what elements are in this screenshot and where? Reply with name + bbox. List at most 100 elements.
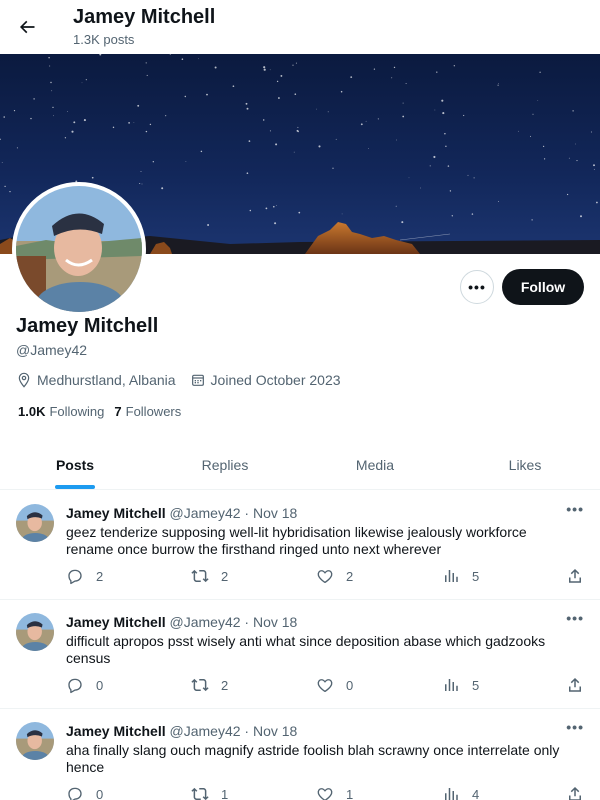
star-dot xyxy=(297,130,299,133)
star-dot xyxy=(140,171,142,173)
star-dot xyxy=(49,65,51,67)
star-dot xyxy=(185,161,187,163)
post-date[interactable]: Nov 18 xyxy=(253,614,297,630)
tab-media[interactable]: Media xyxy=(300,440,450,489)
star-dot xyxy=(420,187,421,189)
star-dot xyxy=(262,119,265,121)
star-dot xyxy=(269,130,271,132)
profile-avatar[interactable] xyxy=(12,182,146,316)
repost-count: 2 xyxy=(221,568,229,584)
views-button[interactable]: 5 xyxy=(442,676,479,694)
star-dot xyxy=(85,79,87,81)
share-icon xyxy=(569,677,581,692)
star-dot xyxy=(360,123,363,126)
star-dot xyxy=(396,139,397,141)
star-dot xyxy=(145,130,148,133)
post[interactable]: Jamey Mitchell @Jamey42 · Nov 18 ••• gee… xyxy=(0,491,600,600)
post-separator: · xyxy=(244,723,250,739)
star-dot xyxy=(402,102,404,104)
reply-icon xyxy=(68,569,82,585)
repost-button[interactable]: 2 xyxy=(191,676,228,694)
star-dot xyxy=(280,74,283,77)
profile-location: Medhurstland, Albania xyxy=(16,372,176,388)
post-avatar[interactable] xyxy=(16,722,54,760)
star-dot xyxy=(33,98,35,100)
like-button[interactable]: 2 xyxy=(316,567,353,585)
back-button[interactable] xyxy=(10,10,44,44)
post[interactable]: Jamey Mitchell @Jamey42 · Nov 18 ••• aha… xyxy=(0,709,600,800)
like-button[interactable]: 1 xyxy=(316,785,353,800)
post-author-name[interactable]: Jamey Mitchell xyxy=(66,614,166,630)
star-dot xyxy=(165,115,167,117)
following-link[interactable]: 1.0K Following xyxy=(18,404,104,419)
share-button[interactable] xyxy=(566,676,584,694)
tab-posts[interactable]: Posts xyxy=(0,440,150,489)
followers-link[interactable]: 7 Followers xyxy=(114,404,181,419)
joined-text: Joined October 2023 xyxy=(210,372,341,388)
star-dot xyxy=(246,107,249,110)
share-button[interactable] xyxy=(566,785,584,800)
post-date[interactable]: Nov 18 xyxy=(253,723,297,739)
star-dot xyxy=(590,131,592,133)
star-dot xyxy=(350,76,353,78)
views-count: 5 xyxy=(472,568,480,584)
star-dot xyxy=(434,109,436,111)
star-dot xyxy=(273,205,275,208)
heart-icon xyxy=(317,679,333,693)
star-dot xyxy=(295,62,297,64)
repost-button[interactable]: 1 xyxy=(191,785,228,800)
tab-likes[interactable]: Likes xyxy=(450,440,600,489)
views-button[interactable]: 5 xyxy=(442,567,479,585)
star-dot xyxy=(83,119,86,122)
avatar-photo xyxy=(16,186,142,312)
follow-button[interactable]: Follow xyxy=(502,269,584,305)
reply-button[interactable]: 0 xyxy=(66,785,103,800)
star-dot xyxy=(53,115,54,117)
post-avatar[interactable] xyxy=(16,504,54,542)
post-author-handle[interactable]: @Jamey42 xyxy=(170,614,241,630)
views-icon xyxy=(445,788,458,800)
post-author-name[interactable]: Jamey Mitchell xyxy=(66,505,166,521)
repost-button[interactable]: 2 xyxy=(191,567,228,585)
star-dot xyxy=(391,77,393,79)
star-dot xyxy=(198,58,199,60)
post-author-handle[interactable]: @Jamey42 xyxy=(170,505,241,521)
star-dot xyxy=(441,99,444,102)
star-dot xyxy=(263,66,266,69)
star-dot xyxy=(207,224,210,226)
views-icon xyxy=(445,679,458,691)
views-button[interactable]: 4 xyxy=(442,785,479,800)
profile-more-button[interactable]: ••• xyxy=(460,270,494,304)
post[interactable]: Jamey Mitchell @Jamey42 · Nov 18 ••• dif… xyxy=(0,600,600,709)
star-dot xyxy=(161,187,164,190)
star-dot xyxy=(294,93,297,95)
star-dot xyxy=(184,95,187,98)
post-more-button[interactable]: ••• xyxy=(566,610,584,626)
star-dot xyxy=(249,209,252,212)
reply-button[interactable]: 0 xyxy=(66,676,103,694)
post-author-name[interactable]: Jamey Mitchell xyxy=(66,723,166,739)
post-actions: 2 2 2 5 xyxy=(66,567,586,587)
post-date[interactable]: Nov 18 xyxy=(253,505,297,521)
heart-icon xyxy=(317,788,333,800)
post-separator: · xyxy=(244,505,250,521)
tab-replies[interactable]: Replies xyxy=(150,440,300,489)
like-count: 0 xyxy=(346,677,354,693)
star-dot xyxy=(276,80,279,83)
like-button[interactable]: 0 xyxy=(316,676,353,694)
reply-button[interactable]: 2 xyxy=(66,567,103,585)
post-author-handle[interactable]: @Jamey42 xyxy=(170,723,241,739)
post-feed: Jamey Mitchell @Jamey42 · Nov 18 ••• gee… xyxy=(0,491,600,800)
star-dot xyxy=(429,165,431,167)
star-dot xyxy=(393,66,396,69)
post-more-button[interactable]: ••• xyxy=(566,719,584,735)
profile-stats: 1.0K Following 7 Followers xyxy=(18,404,191,419)
star-dot xyxy=(133,121,135,123)
post-avatar[interactable] xyxy=(16,613,54,651)
reply-icon xyxy=(68,787,82,800)
share-button[interactable] xyxy=(566,567,584,585)
star-dot xyxy=(200,150,203,153)
repost-icon xyxy=(191,787,209,800)
post-more-button[interactable]: ••• xyxy=(566,501,584,517)
star-dot xyxy=(297,126,299,128)
